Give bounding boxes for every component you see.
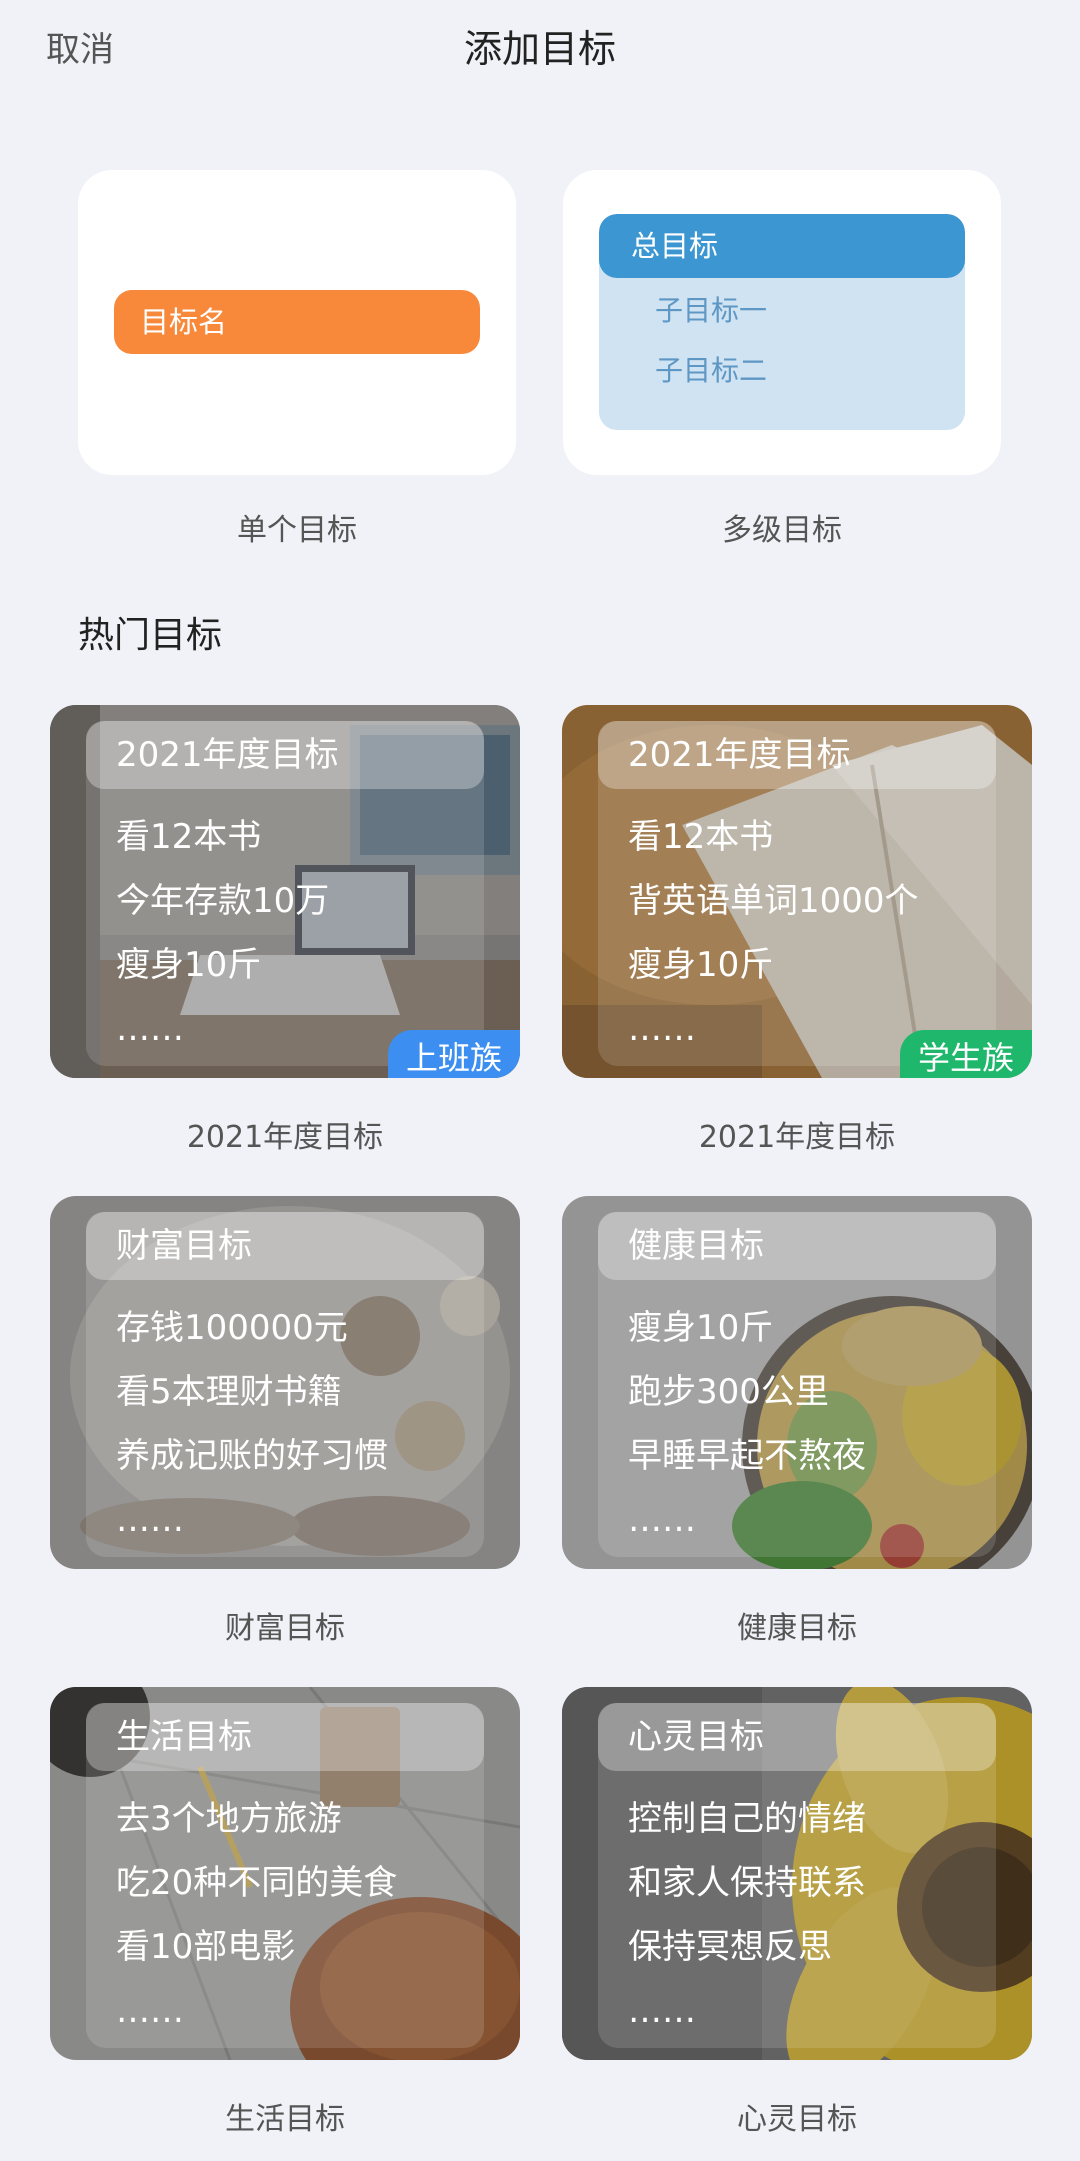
goal-item: 存钱100000元 — [116, 1308, 348, 1348]
goal-item: 瘦身10斤 — [116, 945, 262, 985]
card-label: 2021年度目标 — [186, 1120, 384, 1155]
section-title-popular: 热门目标 — [78, 615, 223, 656]
goal-item-ellipsis: …… — [628, 1009, 696, 1049]
goal-item-ellipsis: …… — [628, 1500, 696, 1540]
goal-item: 跑步300公里 — [628, 1372, 829, 1412]
goal-item-ellipsis: …… — [116, 1500, 184, 1540]
card-label: 2021年度目标 — [698, 1120, 896, 1155]
multi-level-head: 总目标 — [599, 214, 965, 278]
goal-item-ellipsis: …… — [116, 1009, 184, 1049]
single-goal-card[interactable]: 目标名 — [78, 170, 516, 475]
goal-item: 看5本理财书籍 — [116, 1372, 342, 1412]
goal-item: 早睡早起不熬夜 — [628, 1436, 866, 1476]
template-card-life[interactable]: 生活目标 去3个地方旅游 吃20种不同的美食 看10部电影 …… — [50, 1687, 520, 2060]
multi-level-sub-1: 子目标一 — [655, 294, 768, 327]
goal-item: 吃20种不同的美食 — [116, 1863, 398, 1903]
goal-item: 瘦身10斤 — [628, 945, 774, 985]
goal-item-ellipsis: …… — [116, 1991, 184, 2031]
card-title: 2021年度目标 — [86, 721, 484, 789]
card-title: 健康目标 — [598, 1212, 996, 1280]
goal-item: 背英语单词1000个 — [628, 881, 919, 921]
goal-item: 看10部电影 — [116, 1927, 296, 1967]
card-title: 心灵目标 — [598, 1703, 996, 1771]
card-title: 生活目标 — [86, 1703, 484, 1771]
card-title: 2021年度目标 — [598, 721, 996, 789]
card-label: 财富目标 — [225, 1611, 345, 1646]
single-goal-label: 单个目标 — [237, 513, 357, 548]
goal-item: 看12本书 — [628, 817, 774, 857]
goal-item: 今年存款10万 — [116, 881, 330, 921]
template-card-health[interactable]: 健康目标 瘦身10斤 跑步300公里 早睡早起不熬夜 …… — [562, 1196, 1032, 1569]
audience-badge: 学生族 — [899, 1030, 1032, 1078]
multi-level-preview: 总目标 子目标一 子目标二 — [599, 214, 965, 430]
page-title: 添加目标 — [463, 27, 616, 71]
card-title: 财富目标 — [86, 1212, 484, 1280]
multi-level-goal-label: 多级目标 — [722, 513, 842, 548]
goal-item: 瘦身10斤 — [628, 1308, 774, 1348]
card-label: 生活目标 — [225, 2102, 345, 2137]
goal-item: 看12本书 — [116, 817, 262, 857]
template-card-annual-student[interactable]: 2021年度目标 看12本书 背英语单词1000个 瘦身10斤 …… 学生族 — [562, 705, 1032, 1078]
card-label: 健康目标 — [737, 1611, 857, 1646]
goal-item-ellipsis: …… — [628, 1991, 696, 2031]
audience-badge: 上班族 — [387, 1030, 520, 1078]
multi-level-goal-card[interactable]: 总目标 子目标一 子目标二 — [563, 170, 1001, 475]
goal-item: 养成记账的好习惯 — [116, 1436, 388, 1476]
goal-item: 控制自己的情绪 — [628, 1799, 866, 1839]
template-card-mind[interactable]: 心灵目标 控制自己的情绪 和家人保持联系 保持冥想反思 …… — [562, 1687, 1032, 2060]
header-bar: 取消 添加目标 — [0, 0, 1080, 95]
goal-item: 保持冥想反思 — [628, 1927, 832, 1967]
template-card-annual-worker[interactable]: 2021年度目标 看12本书 今年存款10万 瘦身10斤 …… 上班族 — [50, 705, 520, 1078]
goal-item: 和家人保持联系 — [628, 1863, 866, 1903]
template-card-wealth[interactable]: 财富目标 存钱100000元 看5本理财书籍 养成记账的好习惯 …… — [50, 1196, 520, 1569]
card-label: 心灵目标 — [737, 2102, 857, 2137]
single-goal-preview-pill: 目标名 — [114, 290, 480, 354]
goal-item: 去3个地方旅游 — [116, 1799, 342, 1839]
multi-level-sub-2: 子目标二 — [655, 354, 768, 387]
